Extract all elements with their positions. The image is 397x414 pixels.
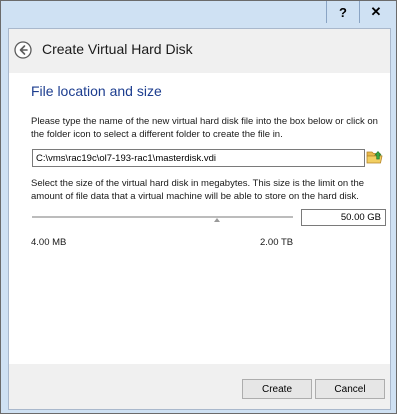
size-input[interactable] [301,209,386,226]
location-description: Please type the name of the new virtual … [31,116,378,140]
page-title: Create Virtual Hard Disk [42,41,193,57]
content-panel: File location and size Please type the n… [9,73,390,364]
dialog-window: ? ✕ Create Virtual Hard Disk File locati… [0,0,397,414]
size-slider[interactable] [32,212,293,224]
close-button[interactable]: ✕ [358,1,394,23]
file-path-input[interactable] [32,149,365,167]
slider-track [32,216,293,218]
slider-thumb[interactable] [214,218,221,222]
dialog-client: Create Virtual Hard Disk File location a… [8,28,391,410]
max-size-label: 2.00 TB [260,237,294,248]
create-button[interactable]: Create [242,379,312,399]
back-arrow-icon[interactable] [14,41,32,59]
min-size-label: 4.00 MB [31,237,67,248]
size-description: Select the size of the virtual hard disk… [31,178,365,202]
cancel-button[interactable]: Cancel [315,379,385,399]
help-button[interactable]: ? [326,1,360,23]
section-title: File location and size [31,83,162,99]
wizard-header: Create Virtual Hard Disk [9,29,390,73]
title-bar: ? ✕ [1,1,396,27]
folder-icon[interactable] [366,148,384,166]
